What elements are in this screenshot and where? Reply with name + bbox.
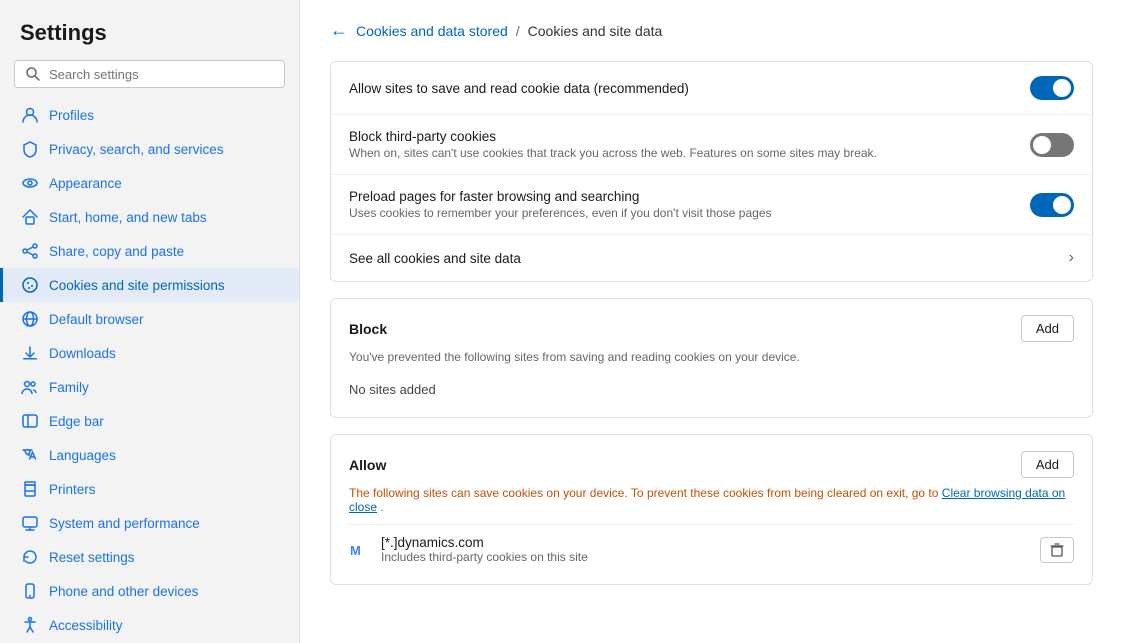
row-desc-block-third-party: When on, sites can't use cookies that tr… — [349, 146, 1018, 160]
row-text-block-third-party: Block third-party cookies When on, sites… — [349, 129, 1018, 160]
chevron-icon: › — [1069, 249, 1074, 267]
sidebar-item-start-home[interactable]: Start, home, and new tabs — [0, 200, 299, 234]
row-desc-preload: Uses cookies to remember your preference… — [349, 206, 1018, 220]
trash-icon — [1049, 542, 1065, 558]
sidebar-item-phone[interactable]: Phone and other devices — [0, 574, 299, 608]
family-icon — [21, 378, 39, 396]
row-title-allow-save: Allow sites to save and read cookie data… — [349, 81, 1018, 96]
site-sub: Includes third-party cookies on this sit… — [381, 550, 1028, 564]
row-title-block-third-party: Block third-party cookies — [349, 129, 1018, 144]
sidebar-label-reset: Reset settings — [49, 550, 285, 565]
site-favicon: M — [349, 540, 369, 560]
svg-text:M: M — [350, 543, 361, 558]
toggle-preload[interactable] — [1030, 193, 1074, 217]
row-title-see-all: See all cookies and site data — [349, 251, 1057, 266]
sidebar-label-system: System and performance — [49, 516, 285, 531]
globe-icon — [21, 310, 39, 328]
search-input[interactable] — [49, 67, 274, 82]
sidebar-item-printers[interactable]: Printers — [0, 472, 299, 506]
block-add-button[interactable]: Add — [1021, 315, 1074, 342]
block-no-sites: No sites added — [349, 374, 1074, 401]
sidebar-item-family[interactable]: Family — [0, 370, 299, 404]
search-icon — [25, 66, 41, 82]
language-icon — [21, 446, 39, 464]
system-icon — [21, 514, 39, 532]
block-desc: You've prevented the following sites fro… — [349, 350, 1074, 364]
sidebar-item-cookies[interactable]: Cookies and site permissions — [0, 268, 299, 302]
sidebar-item-appearance[interactable]: Appearance — [0, 166, 299, 200]
sidebar-icon — [21, 412, 39, 430]
block-title: Block — [349, 321, 387, 337]
download-icon — [21, 344, 39, 362]
allow-desc-end: . — [380, 500, 383, 514]
breadcrumb-separator: / — [516, 23, 520, 39]
sidebar-label-profiles: Profiles — [49, 108, 285, 123]
allow-desc-text: The following sites can save cookies on … — [349, 486, 938, 500]
cookie-icon — [21, 276, 39, 294]
back-button[interactable]: ← — [330, 20, 348, 41]
sidebar: Settings Profiles Privacy, search, and s… — [0, 0, 300, 643]
sidebar-item-system[interactable]: System and performance — [0, 506, 299, 540]
row-text-preload: Preload pages for faster browsing and se… — [349, 189, 1018, 220]
accessibility-icon — [21, 616, 39, 634]
settings-row-preload[interactable]: Preload pages for faster browsing and se… — [331, 175, 1092, 235]
sidebar-item-profiles[interactable]: Profiles — [0, 98, 299, 132]
sidebar-label-appearance: Appearance — [49, 176, 285, 191]
settings-row-allow-save[interactable]: Allow sites to save and read cookie data… — [331, 62, 1092, 115]
person-icon — [21, 106, 39, 124]
toggle-allow-save[interactable] — [1030, 76, 1074, 100]
settings-row-block-third-party[interactable]: Block third-party cookies When on, sites… — [331, 115, 1092, 175]
allow-desc: The following sites can save cookies on … — [349, 486, 1074, 514]
sidebar-item-accessibility[interactable]: Accessibility — [0, 608, 299, 642]
sidebar-label-phone: Phone and other devices — [49, 584, 285, 599]
site-info: [*.]dynamics.com Includes third-party co… — [381, 535, 1028, 564]
allow-add-button[interactable]: Add — [1021, 451, 1074, 478]
block-section: Block Add You've prevented the following… — [330, 298, 1093, 418]
row-title-preload: Preload pages for faster browsing and se… — [349, 189, 1018, 204]
eye-icon — [21, 174, 39, 192]
delete-site-button[interactable] — [1040, 537, 1074, 563]
sidebar-item-reset[interactable]: Reset settings — [0, 540, 299, 574]
sidebar-label-start-home: Start, home, and new tabs — [49, 210, 285, 225]
home-icon — [21, 208, 39, 226]
sidebar-item-languages[interactable]: Languages — [0, 438, 299, 472]
row-text-allow-save: Allow sites to save and read cookie data… — [349, 81, 1018, 96]
sidebar-item-edge-bar[interactable]: Edge bar — [0, 404, 299, 438]
sidebar-item-default-browser[interactable]: Default browser — [0, 302, 299, 336]
sidebar-label-family: Family — [49, 380, 285, 395]
sidebar-label-accessibility: Accessibility — [49, 618, 285, 633]
site-domain: [*.]dynamics.com — [381, 535, 1028, 550]
breadcrumb: ← Cookies and data stored / Cookies and … — [330, 20, 1093, 41]
sidebar-label-privacy: Privacy, search, and services — [49, 142, 285, 157]
printer-icon — [21, 480, 39, 498]
sidebar-label-edge-bar: Edge bar — [49, 414, 285, 429]
main-content: ← Cookies and data stored / Cookies and … — [300, 0, 1123, 643]
settings-card: Allow sites to save and read cookie data… — [330, 61, 1093, 282]
sidebar-label-downloads: Downloads — [49, 346, 285, 361]
allow-title: Allow — [349, 457, 386, 473]
search-box[interactable] — [14, 60, 285, 88]
allow-site-row: M [*.]dynamics.com Includes third-party … — [349, 524, 1074, 568]
sidebar-label-default-browser: Default browser — [49, 312, 285, 327]
sidebar-label-share-copy: Share, copy and paste — [49, 244, 285, 259]
allow-section: Allow Add The following sites can save c… — [330, 434, 1093, 585]
sidebar-title: Settings — [0, 0, 299, 60]
sidebar-label-languages: Languages — [49, 448, 285, 463]
settings-row-see-all[interactable]: See all cookies and site data › — [331, 235, 1092, 281]
sidebar-label-printers: Printers — [49, 482, 285, 497]
toggle-block-third-party[interactable] — [1030, 133, 1074, 157]
allow-sites-list: M [*.]dynamics.com Includes third-party … — [349, 524, 1074, 568]
breadcrumb-link[interactable]: Cookies and data stored — [356, 23, 508, 39]
phone-icon — [21, 582, 39, 600]
sidebar-item-share-copy[interactable]: Share, copy and paste — [0, 234, 299, 268]
reset-icon — [21, 548, 39, 566]
nav-list: Profiles Privacy, search, and services A… — [0, 98, 299, 643]
sidebar-label-cookies: Cookies and site permissions — [49, 278, 285, 293]
breadcrumb-current: Cookies and site data — [528, 23, 663, 39]
shield-icon — [21, 140, 39, 158]
sidebar-item-downloads[interactable]: Downloads — [0, 336, 299, 370]
sidebar-item-privacy[interactable]: Privacy, search, and services — [0, 132, 299, 166]
row-text-see-all: See all cookies and site data — [349, 251, 1057, 266]
share-icon — [21, 242, 39, 260]
